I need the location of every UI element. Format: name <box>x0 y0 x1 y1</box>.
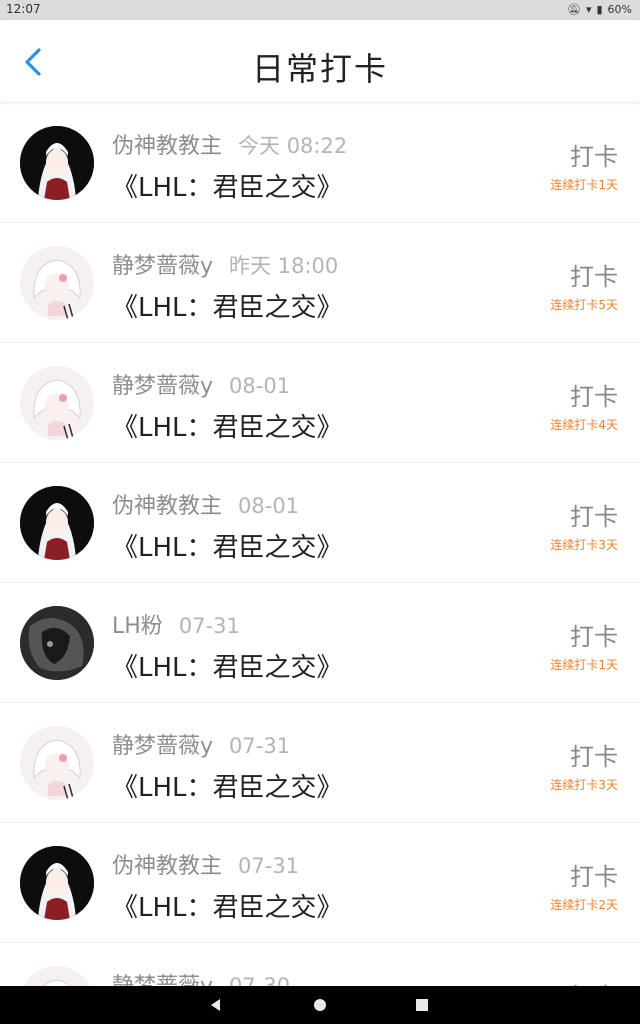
avatar[interactable] <box>20 366 94 440</box>
streak-label: 连续打卡5天 <box>550 298 618 312</box>
streak-label: 连续打卡1天 <box>550 658 618 672</box>
checkin-date: 07-31 <box>229 734 291 758</box>
row-meta: 静梦蔷薇y 昨天 18:00 <box>112 248 338 280</box>
checkin-button[interactable]: 打卡 <box>570 137 618 172</box>
checkin-list[interactable]: 伪神教教主 今天 08:22 《LHL：君臣之交》 打卡 连续打卡1天 静梦蔷薇y 昨天 1… <box>0 103 640 986</box>
checkin-row[interactable]: LH粉 07-31 《LHL：君臣之交》 打卡连续打卡1天 <box>0 583 640 703</box>
avatar[interactable] <box>20 966 94 986</box>
checkin-row[interactable]: 伪神教教主 07-31 《LHL：君臣之交》 打卡连续打卡2天 <box>0 823 640 943</box>
battery-level: 60% <box>607 3 632 16</box>
book-title[interactable]: 《LHL：君臣之交》 <box>112 407 343 444</box>
checkin-row[interactable]: 伪神教教主 今天 08:22 《LHL：君臣之交》 打卡连续打卡1天 <box>0 103 640 223</box>
triangle-back-icon <box>211 999 220 1011</box>
status-bar: 12:07 🔕︎ ▾ ▮ 60% <box>0 0 640 20</box>
book-title[interactable]: 《LHL：君臣之交》 <box>112 647 343 684</box>
nav-back-button[interactable] <box>206 995 226 1015</box>
avatar-image <box>20 126 94 200</box>
avatar[interactable] <box>20 606 94 680</box>
avatar-image <box>20 246 94 320</box>
page-title: 日常打卡 <box>251 50 388 88</box>
book-title[interactable]: 《LHL：君臣之交》 <box>112 527 343 564</box>
row-meta: 伪神教教主 08-01 <box>112 488 299 520</box>
checkin-row[interactable]: 静梦蔷薇y 08-01 《LHL：君臣之交》 打卡连续打卡4天 <box>0 343 640 463</box>
checkin-button[interactable]: 打卡 <box>570 497 618 532</box>
book-title[interactable]: 《LHL：君臣之交》 <box>112 887 343 924</box>
checkin-date: 07-30 <box>229 974 291 986</box>
user-name[interactable]: 伪神教教主 <box>112 854 222 879</box>
user-name[interactable]: 静梦蔷薇y <box>112 734 213 759</box>
checkin-row[interactable]: 伪神教教主 08-01 《LHL：君臣之交》 打卡连续打卡3天 <box>0 463 640 583</box>
user-name[interactable]: 静梦蔷薇y <box>112 974 213 986</box>
row-meta: 静梦蔷薇y 08-01 <box>112 368 290 400</box>
square-recents-icon <box>416 999 428 1011</box>
battery-icon: ▮ <box>596 3 603 16</box>
avatar-image <box>20 366 94 440</box>
nav-recents-button[interactable] <box>412 995 432 1015</box>
avatar-image <box>20 606 94 680</box>
streak-label: 连续打卡2天 <box>550 898 618 912</box>
avatar[interactable] <box>20 486 94 560</box>
checkin-button[interactable]: 打卡 <box>570 737 618 772</box>
avatar[interactable] <box>20 246 94 320</box>
avatar-image <box>20 486 94 560</box>
avatar[interactable] <box>20 846 94 920</box>
wifi-icon: ▾ <box>585 3 592 16</box>
checkin-date: 08-01 <box>229 374 291 398</box>
checkin-row[interactable]: 静梦蔷薇y 昨天 18:00 《LHL：君臣之交》 打卡连续打卡5天 <box>0 223 640 343</box>
checkin-button[interactable]: 打卡 <box>570 977 618 986</box>
status-time: 12:07 <box>6 2 41 16</box>
user-name[interactable]: LH粉 <box>112 614 163 639</box>
avatar[interactable] <box>20 726 94 800</box>
user-name[interactable]: 伪神教教主 <box>112 134 222 159</box>
checkin-button[interactable]: 打卡 <box>570 617 618 652</box>
header: 日常打卡 <box>0 20 640 102</box>
checkin-date: 07-31 <box>178 614 240 638</box>
user-name[interactable]: 伪神教教主 <box>112 494 222 519</box>
avatar[interactable] <box>20 126 94 200</box>
avatar-image <box>20 966 94 986</box>
streak-label: 连续打卡3天 <box>550 538 618 552</box>
book-title[interactable]: 《LHL：君臣之交》 <box>112 167 343 204</box>
checkin-date: 07-31 <box>238 854 300 878</box>
circle-home-icon <box>314 999 326 1011</box>
navigation-bar <box>0 986 640 1024</box>
avatar-image <box>20 726 94 800</box>
nav-home-button[interactable] <box>310 995 330 1015</box>
user-name[interactable]: 静梦蔷薇y <box>112 374 213 399</box>
checkin-button[interactable]: 打卡 <box>570 857 618 892</box>
streak-label: 连续打卡4天 <box>550 418 618 432</box>
checkin-date: 08-01 <box>238 494 300 518</box>
checkin-button[interactable]: 打卡 <box>570 377 618 412</box>
checkin-row[interactable]: 静梦蔷薇y 07-31 《LHL：君臣之交》 打卡连续打卡3天 <box>0 703 640 823</box>
streak-label: 连续打卡3天 <box>550 778 618 792</box>
status-icons: 🔕︎ ▾ ▮ 60% <box>567 2 632 18</box>
book-title[interactable]: 《LHL：君臣之交》 <box>112 767 343 804</box>
streak-label: 连续打卡1天 <box>550 178 618 192</box>
checkin-row[interactable]: 静梦蔷薇y 07-30 打卡 <box>0 943 640 986</box>
row-meta: 伪神教教主 07-31 <box>112 848 299 880</box>
user-name[interactable]: 静梦蔷薇y <box>112 254 213 279</box>
row-meta: LH粉 07-31 <box>112 608 240 640</box>
row-meta: 静梦蔷薇y 07-31 <box>112 728 290 760</box>
avatar-image <box>20 846 94 920</box>
checkin-date: 昨天 18:00 <box>229 254 339 278</box>
row-meta: 静梦蔷薇y 07-30 <box>112 968 290 986</box>
mute-icon: 🔕︎ <box>566 3 581 16</box>
row-meta: 伪神教教主 今天 08:22 <box>112 128 347 160</box>
book-title[interactable]: 《LHL：君臣之交》 <box>112 287 343 324</box>
checkin-button[interactable]: 打卡 <box>570 257 618 292</box>
checkin-date: 今天 08:22 <box>238 134 348 158</box>
